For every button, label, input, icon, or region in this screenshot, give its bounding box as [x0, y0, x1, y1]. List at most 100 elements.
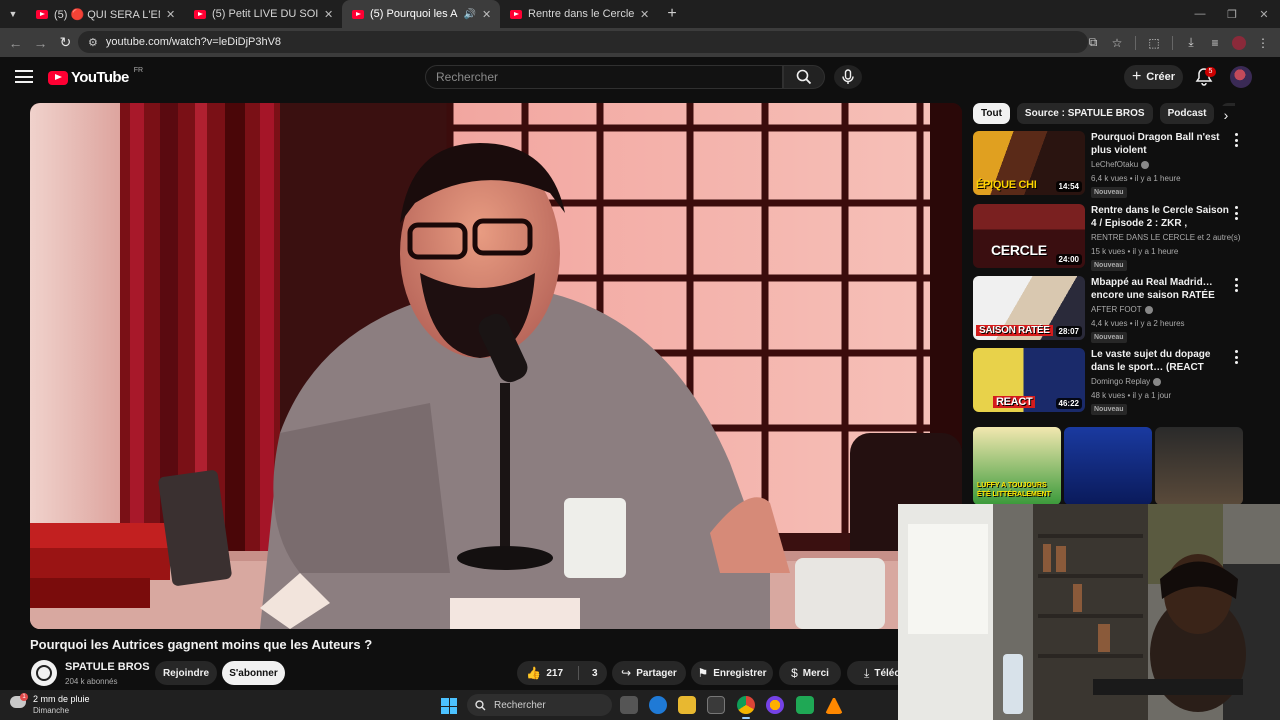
thanks-button[interactable]: $ Merci	[779, 661, 841, 685]
firefox-browser-icon[interactable]	[766, 696, 784, 714]
new-tab-plus-icon[interactable]: +	[658, 5, 686, 23]
recommendation-channel[interactable]: Domingo Replay	[1091, 377, 1162, 386]
youtube-masthead: YouTube FR + Créer	[0, 57, 1280, 97]
chevron-right-icon[interactable]: ›	[1217, 106, 1235, 124]
forward-arrow-icon[interactable]: →	[28, 28, 53, 57]
recommendation-title[interactable]: Mbappé au Real Madrid… encore une saison…	[1091, 276, 1229, 302]
short-thumbnail[interactable]	[1155, 427, 1243, 505]
extensions-icon[interactable]: ⬚	[1143, 32, 1165, 54]
profile-icon[interactable]	[1228, 32, 1250, 54]
cast-icon[interactable]: ⧉	[1082, 32, 1104, 54]
comment-count[interactable]: 3	[592, 668, 598, 679]
video-thumbnail[interactable]: CERCLE 24:00	[973, 204, 1085, 268]
address-bar[interactable]: ⚙ youtube.com/watch?v=leDiDjP3hV8	[78, 31, 1088, 53]
search-icon	[475, 699, 486, 710]
video-thumbnail[interactable]: SAISON RATÉE 28:07	[973, 276, 1085, 340]
voice-search-button[interactable]	[834, 65, 862, 89]
browser-tab-3-active[interactable]: (5) Pourquoi les Autrices gagnent 🔊 ✕	[342, 0, 500, 28]
taskbar-search-label: Rechercher	[494, 699, 546, 711]
maximize-icon[interactable]: ❐	[1216, 0, 1248, 28]
recommendation-title[interactable]: Le vaste sujet du dopage dans le sport… …	[1091, 348, 1229, 374]
tab-title: (5) 🔴 QUI SERA L'ENNEMI FINAL	[54, 8, 160, 21]
edge-browser-icon[interactable]	[649, 696, 667, 714]
browser-tab-2[interactable]: (5) Petit LIVE DU SOIR ! - YouTube ✕	[184, 0, 342, 28]
more-actions-icon[interactable]	[1231, 206, 1241, 220]
recommendation-item[interactable]: CERCLE 24:00 Rentre dans le Cercle Saiso…	[973, 204, 1248, 271]
more-actions-icon[interactable]	[1231, 278, 1241, 292]
youtube-logo[interactable]: YouTube FR	[48, 67, 143, 86]
create-button[interactable]: + Créer	[1124, 65, 1183, 89]
more-actions-icon[interactable]	[1231, 350, 1241, 364]
recommendation-item[interactable]: REACT 46:22 Le vaste sujet du dopage dan…	[973, 348, 1248, 415]
like-count[interactable]: 217	[546, 668, 563, 679]
taskbar-search-box[interactable]: Rechercher	[467, 694, 612, 716]
green-app-icon[interactable]	[796, 696, 814, 714]
video-title: Pourquoi les Autrices gagnent moins que …	[30, 637, 373, 652]
tab-close-icon[interactable]: ✕	[640, 8, 650, 21]
windows-taskbar: 1 2 mm de pluie Dimanche Rechercher	[0, 690, 898, 720]
search-button[interactable]	[783, 65, 825, 89]
youtube-favicon-icon	[36, 9, 48, 19]
create-label: Créer	[1146, 71, 1176, 83]
url-text: youtube.com/watch?v=leDiDjP3hV8	[105, 36, 282, 48]
reading-list-icon[interactable]: ≡	[1204, 32, 1226, 54]
browser-tab-4[interactable]: Rentre dans le Cercle Saison 4 / E ✕	[500, 0, 658, 28]
browser-tab-strip: ▼ (5) 🔴 QUI SERA L'ENNEMI FINAL ✕ (5) Pe…	[0, 0, 1280, 28]
windows-start-icon[interactable]	[441, 698, 457, 714]
download-label: Téléc	[874, 667, 900, 679]
recommendation-item[interactable]: SAISON RATÉE 28:07 Mbappé au Real Madrid…	[973, 276, 1248, 343]
audio-playing-icon[interactable]: 🔊	[464, 9, 476, 20]
join-button[interactable]: Rejoindre	[155, 661, 217, 685]
minimize-icon[interactable]: —	[1184, 0, 1216, 28]
chip-source[interactable]: Source : SPATULE BROS	[1016, 103, 1153, 124]
account-avatar[interactable]	[1230, 66, 1252, 88]
video-thumbnail[interactable]: REACT 46:22	[973, 348, 1085, 412]
bookmark-icon: ⚑	[697, 666, 709, 680]
browser-tab-1[interactable]: (5) 🔴 QUI SERA L'ENNEMI FINAL ✕	[26, 0, 184, 28]
recommendation-title[interactable]: Rentre dans le Cercle Saison 4 / Episode…	[1091, 204, 1229, 230]
tab-search-chevron-icon[interactable]: ▼	[0, 0, 26, 28]
file-explorer-icon[interactable]	[678, 696, 696, 714]
close-window-icon[interactable]: ✕	[1248, 0, 1280, 28]
thumbs-up-icon[interactable]: 👍	[526, 666, 541, 680]
like-divider	[578, 666, 580, 680]
recommendation-item[interactable]: ÉPIQUE CHI 14:54 Pourquoi Dragon Ball n'…	[973, 131, 1248, 198]
guide-menu-icon[interactable]	[15, 70, 33, 83]
channel-avatar[interactable]	[31, 660, 57, 686]
task-view-icon[interactable]	[620, 696, 638, 714]
chrome-browser-icon[interactable]	[737, 696, 755, 719]
recommendation-channel[interactable]: RENTRE DANS LE CERCLE et 2 autre(s)	[1091, 233, 1240, 242]
chip-all[interactable]: Tout	[973, 103, 1010, 124]
save-button[interactable]: ⚑ Enregistrer	[691, 661, 773, 685]
reload-icon[interactable]: ↻	[53, 28, 78, 57]
browser-menu-icon[interactable]: ⋮	[1252, 32, 1274, 54]
logo-wordmark: YouTube	[71, 69, 129, 86]
tab-close-icon[interactable]: ✕	[324, 8, 334, 21]
back-arrow-icon[interactable]: ←	[3, 28, 28, 57]
bookmark-star-icon[interactable]: ☆	[1106, 32, 1128, 54]
search-input[interactable]	[436, 70, 782, 84]
tab-close-icon[interactable]: ✕	[482, 8, 492, 21]
vlc-player-icon[interactable]	[825, 696, 843, 714]
youtube-favicon-icon	[510, 9, 522, 19]
like-dislike-group: 👍 217 3	[517, 661, 607, 685]
recommendation-title[interactable]: Pourquoi Dragon Ball n'est plus violent	[1091, 131, 1229, 157]
tab-close-icon[interactable]: ✕	[166, 8, 176, 21]
site-info-icon[interactable]: ⚙	[88, 36, 98, 49]
subscribe-button[interactable]: S'abonner	[222, 661, 285, 685]
download-icon[interactable]: ⤓	[1180, 32, 1202, 54]
recommendation-channel[interactable]: LeChefOtaku	[1091, 160, 1150, 169]
more-actions-icon[interactable]	[1231, 133, 1241, 147]
channel-name[interactable]: SPATULE BROS	[65, 661, 150, 673]
recommendation-channel[interactable]: AFTER FOOT	[1091, 305, 1153, 314]
chip-podcast[interactable]: Podcast	[1159, 103, 1215, 124]
share-button[interactable]: ↪ Partager	[612, 661, 686, 685]
short-thumbnail[interactable]	[1064, 427, 1152, 505]
thanks-label: Merci	[802, 667, 829, 679]
video-player[interactable]	[30, 103, 962, 629]
new-badge: Nouveau	[1091, 187, 1127, 198]
channel-label: AFTER FOOT	[1091, 305, 1142, 314]
microsoft-store-icon[interactable]	[707, 696, 725, 714]
video-thumbnail[interactable]: ÉPIQUE CHI 14:54	[973, 131, 1085, 195]
short-thumbnail[interactable]: LUFFY A TOUJOURS ÉTÉ LITTÉRALEMENT	[973, 427, 1061, 505]
